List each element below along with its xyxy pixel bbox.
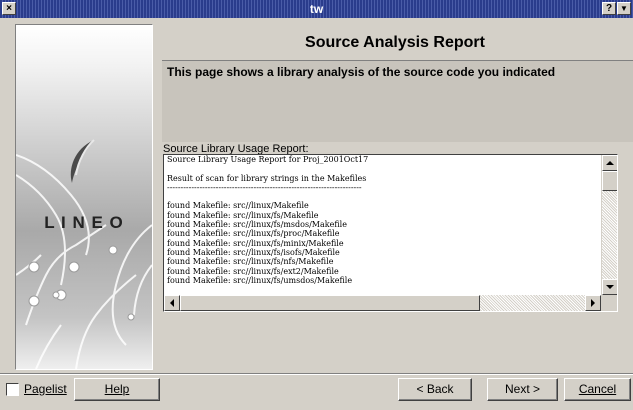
- next-button[interactable]: Next >: [487, 378, 558, 401]
- report-line: Result of scan for library strings in th…: [167, 173, 367, 183]
- left-arrow-icon: [170, 299, 174, 307]
- up-arrow-icon: [606, 161, 614, 165]
- back-button[interactable]: < Back: [398, 378, 472, 401]
- chevron-down-icon: ▼: [620, 4, 628, 13]
- page-description: This page shows a library analysis of th…: [167, 65, 556, 79]
- page-title: Source Analysis Report: [305, 34, 485, 51]
- report-line: ----------------------------------------…: [167, 182, 362, 192]
- back-button-label: < Back: [416, 382, 454, 396]
- vertical-scroll-thumb[interactable]: [602, 171, 617, 191]
- report-line: found Makefile: src//linux/fs/umsdos/Mak…: [167, 275, 353, 285]
- report-line: found Makefile: src//linux/fs/Makefile: [167, 210, 319, 220]
- window-help-button[interactable]: ?: [602, 2, 616, 15]
- pagelist-checkbox[interactable]: [6, 383, 19, 396]
- report-textarea[interactable]: Source Library Usage Report for Proj_200…: [163, 154, 618, 312]
- scroll-left-button[interactable]: [164, 295, 180, 311]
- report-line: found Makefile: src//linux/fs/minix/Make…: [167, 238, 344, 248]
- report-line: found Makefile: src//linux/fs/ext2/Makef…: [167, 266, 339, 276]
- title-bar[interactable]: × tw ? ▼: [0, 0, 633, 18]
- help-button-label: Help: [104, 382, 130, 396]
- report-line: found Makefile: src//linux/Makefile: [167, 201, 309, 211]
- logo-panel: L I N E O: [16, 25, 152, 369]
- horizontal-scrollbar[interactable]: [164, 295, 601, 311]
- description-panel: This page shows a library analysis of th…: [162, 60, 633, 142]
- cancel-button[interactable]: Cancel: [564, 378, 631, 401]
- report-line: [167, 164, 597, 173]
- down-arrow-icon: [606, 285, 614, 289]
- report-text[interactable]: Source Library Usage Report for Proj_200…: [167, 155, 597, 295]
- scroll-up-button[interactable]: [602, 155, 617, 171]
- window-menu-button[interactable]: ▼: [617, 2, 631, 15]
- next-button-label: Next >: [504, 382, 540, 396]
- scroll-right-button[interactable]: [585, 295, 601, 311]
- footer-divider: [0, 373, 633, 375]
- report-line: Source Library Usage Report for Proj_200…: [167, 155, 369, 164]
- scroll-corner: [601, 295, 617, 311]
- lineo-swoosh-icon: [70, 139, 95, 183]
- report-line: found Makefile: src//linux/fs/msdos/Make…: [167, 220, 347, 230]
- window-title: tw: [309, 2, 324, 16]
- report-line: found Makefile: src//linux/fs/proc/Makef…: [167, 229, 340, 239]
- logo-frame: L I N E O: [15, 24, 153, 370]
- pagelist-label[interactable]: Pagelist: [24, 382, 67, 396]
- lineo-wordmark: L I N E O: [44, 213, 124, 232]
- cancel-button-label: Cancel: [578, 382, 617, 396]
- right-arrow-icon: [591, 299, 595, 307]
- horizontal-scroll-thumb[interactable]: [180, 295, 480, 311]
- report-line: found Makefile: src//linux/fs/nfs/Makefi…: [167, 257, 334, 267]
- vertical-scrollbar[interactable]: [601, 155, 617, 295]
- help-icon: ?: [605, 3, 613, 14]
- report-line: [167, 192, 597, 201]
- report-line: found Makefile: src//linux/fs/isofs/Make…: [167, 247, 340, 257]
- circuit-pattern-graphic: [16, 154, 152, 369]
- help-button[interactable]: Help: [74, 378, 160, 401]
- scroll-down-button[interactable]: [602, 279, 617, 295]
